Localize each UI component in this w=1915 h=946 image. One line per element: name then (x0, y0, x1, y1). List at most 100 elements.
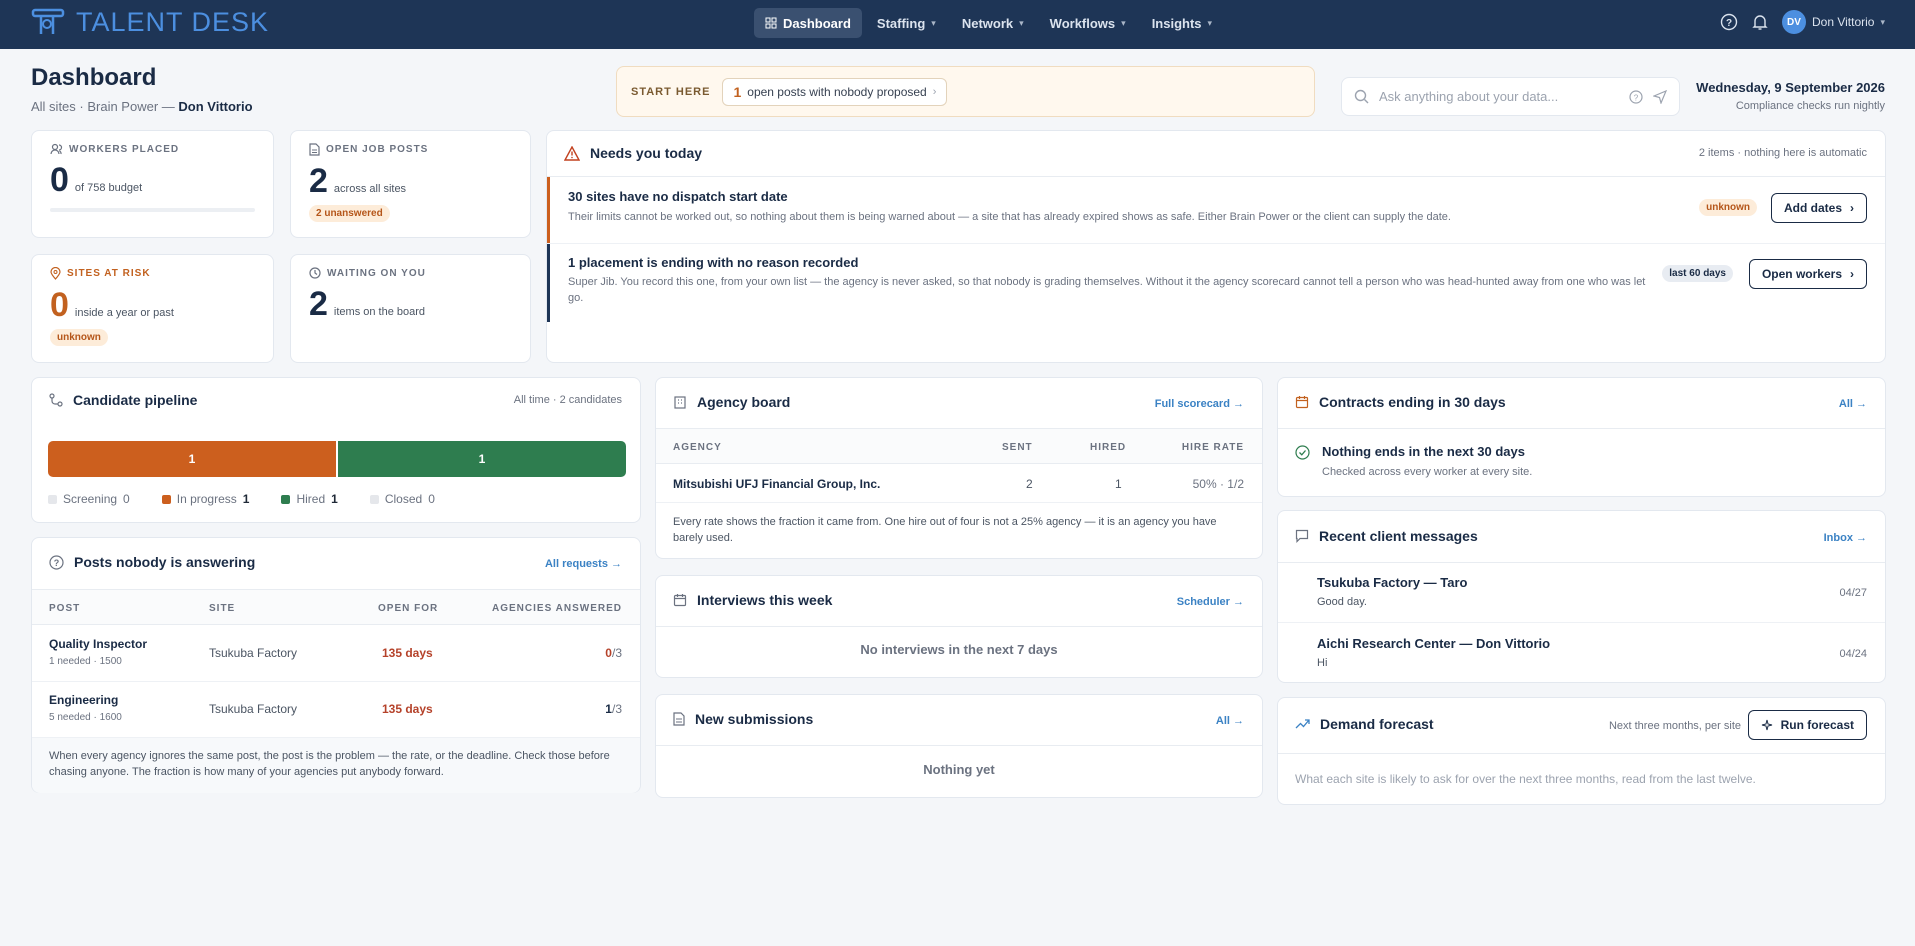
waiting-on-you-card[interactable]: WAITING ON YOU 2 items on the board (290, 254, 531, 363)
sites-at-risk-text: SITES AT RISK (67, 268, 151, 279)
legend-item: Closed 0 (369, 492, 435, 506)
needs-title-text: Needs you today (590, 145, 703, 161)
legend-label: Hired (296, 492, 326, 506)
post-site: Tsukuba Factory (209, 646, 298, 660)
user-menu[interactable]: DV Don Vittorio ▾ (1781, 10, 1885, 34)
start-here-count: 1 (733, 83, 742, 100)
legend-swatch (161, 494, 171, 504)
open-workers-button[interactable]: Open workers › (1748, 259, 1867, 289)
help-icon[interactable]: ? (1720, 13, 1738, 31)
ask-input[interactable] (1379, 89, 1619, 104)
all-submissions-link[interactable]: All → (1216, 715, 1244, 727)
send-icon[interactable] (1653, 89, 1667, 104)
open-job-posts-card[interactable]: OPEN JOB POSTS 2 across all sites 2 unans… (290, 130, 531, 238)
submissions-empty: Nothing yet (923, 762, 995, 777)
message-date: 04/27 (1839, 587, 1867, 599)
post-site: Tsukuba Factory (209, 702, 298, 716)
page-title: Dashboard (31, 64, 157, 91)
help-icon[interactable]: ? (1629, 89, 1643, 104)
posts-unanswered-panel: ? Posts nobody is answering All requests… (31, 537, 641, 793)
message-from: Aichi Research Center — Don Vittorio (1317, 636, 1551, 651)
messages-title-text: Recent client messages (1319, 528, 1478, 544)
table-row[interactable]: Engineering 5 needed · 1600 Tsukuba Fact… (32, 683, 640, 739)
post-total: /3 (611, 702, 622, 716)
compliance-note: Compliance checks run nightly (1735, 100, 1885, 112)
nav-network[interactable]: Network ▾ (951, 8, 1035, 38)
pipeline-bar: 1 1 (48, 441, 626, 477)
pipeline-icon (49, 393, 63, 407)
legend-label: In progress (176, 492, 237, 506)
app-logo[interactable]: TALENT DESK (30, 6, 269, 38)
all-requests-link[interactable]: All requests → (545, 558, 622, 570)
waiting-on-you-desc: items on the board (333, 306, 426, 318)
needs-item-badge: last 60 days (1662, 265, 1733, 282)
document-icon (309, 143, 320, 156)
table-row[interactable]: Mitsubishi UFJ Financial Group, Inc. 2 1… (656, 465, 1262, 503)
start-here-pill[interactable]: 1 open posts with nobody proposed › (722, 77, 948, 106)
post-answered: 0 (605, 646, 612, 660)
workers-placed-text: WORKERS PLACED (69, 143, 180, 155)
inbox-link[interactable]: Inbox → (1824, 532, 1867, 544)
agency-table-header: AGENCY SENT HIRED HIRE RATE (656, 428, 1262, 464)
svg-text:?: ? (1726, 18, 1732, 29)
waiting-on-you-value: 2 (309, 285, 328, 323)
svg-text:?: ? (1634, 93, 1639, 102)
post-answered: 1 (605, 702, 612, 716)
sites-at-risk-card[interactable]: SITES AT RISK 0 inside a year or past unk… (31, 254, 274, 363)
add-dates-button[interactable]: Add dates › (1770, 193, 1867, 223)
run-forecast-button[interactable]: Run forecast (1747, 710, 1867, 740)
needs-meta: 2 items · nothing here is automatic (1698, 147, 1867, 159)
legend-label: Screening (63, 492, 118, 506)
pipeline-segment-in-progress[interactable]: 1 (48, 441, 336, 477)
clock-icon (309, 267, 321, 279)
pipeline-segment-hired[interactable]: 1 (338, 441, 626, 477)
needs-item-body: Their limits cannot be worked out, so no… (568, 211, 1451, 223)
col-hired: HIRED (1090, 442, 1127, 453)
chevron-down-icon: ▾ (1121, 17, 1126, 28)
needs-item-dispatch: 30 sites have no dispatch start date The… (547, 177, 1885, 243)
nav-staffing[interactable]: Staffing ▾ (866, 8, 947, 38)
agency-hire-rate: 50% · 1/2 (1192, 477, 1244, 491)
nav-insights[interactable]: Insights ▾ (1141, 8, 1223, 38)
client-messages-panel: Recent client messages Inbox → Tsukuba F… (1277, 510, 1886, 683)
nav-workflows[interactable]: Workflows ▾ (1039, 8, 1137, 38)
pipeline-title-text: Candidate pipeline (73, 392, 198, 408)
bell-icon[interactable] (1752, 13, 1768, 31)
new-submissions-panel: New submissions All → Nothing yet (655, 694, 1263, 798)
chevron-right-icon: › (1850, 267, 1854, 281)
nav-network-label: Network (961, 15, 1014, 31)
grid-icon (765, 17, 777, 29)
list-item[interactable]: Tsukuba Factory — Taro Good day. 04/27 (1278, 563, 1885, 623)
agency-title: Agency board (673, 394, 790, 410)
col-hire-rate: HIRE RATE (1181, 442, 1244, 453)
forecast-title-text: Demand forecast (1320, 716, 1434, 732)
pipeline-title: Candidate pipeline (49, 392, 197, 408)
full-scorecard-link[interactable]: Full scorecard → (1155, 398, 1244, 410)
subtitle-scope: All sites · Brain Power — (31, 99, 175, 114)
ask-search-bar: ? (1341, 77, 1680, 116)
table-row[interactable]: Quality Inspector 1 needed · 1500 Tsukub… (32, 626, 640, 682)
workers-placed-card[interactable]: WORKERS PLACED 0 of 758 budget (31, 130, 274, 238)
posts-footer-note: When every agency ignores the same post,… (32, 737, 640, 793)
scheduler-link[interactable]: Scheduler → (1177, 596, 1244, 608)
forecast-meta: Next three months, per site (1608, 720, 1741, 732)
unknown-badge: unknown (50, 329, 108, 346)
candidate-pipeline-panel: Candidate pipeline All time · 2 candidat… (31, 377, 641, 523)
chevron-down-icon: ▾ (931, 17, 936, 28)
interviews-title-text: Interviews this week (697, 592, 833, 608)
legend-label: Closed (384, 492, 423, 506)
calendar-icon (673, 594, 687, 607)
building-icon (674, 396, 686, 409)
needs-item-placement: 1 placement is ending with no reason rec… (547, 244, 1885, 322)
all-contracts-link[interactable]: All → (1839, 398, 1867, 410)
avatar: DV (1781, 10, 1806, 34)
needs-item-title: 1 placement is ending with no reason rec… (568, 255, 859, 270)
post-name: Engineering (49, 693, 119, 707)
calendar-alert-icon (1295, 396, 1309, 409)
top-nav: TALENT DESK Dashboard Staffing ▾ Network ▾… (0, 0, 1915, 49)
message-text: Good day. (1317, 596, 1367, 608)
list-item[interactable]: Aichi Research Center — Don Vittorio Hi … (1278, 624, 1885, 684)
agency-title-text: Agency board (697, 394, 791, 410)
nav-dashboard[interactable]: Dashboard (754, 8, 862, 38)
chevron-down-icon: ▾ (1019, 17, 1024, 28)
